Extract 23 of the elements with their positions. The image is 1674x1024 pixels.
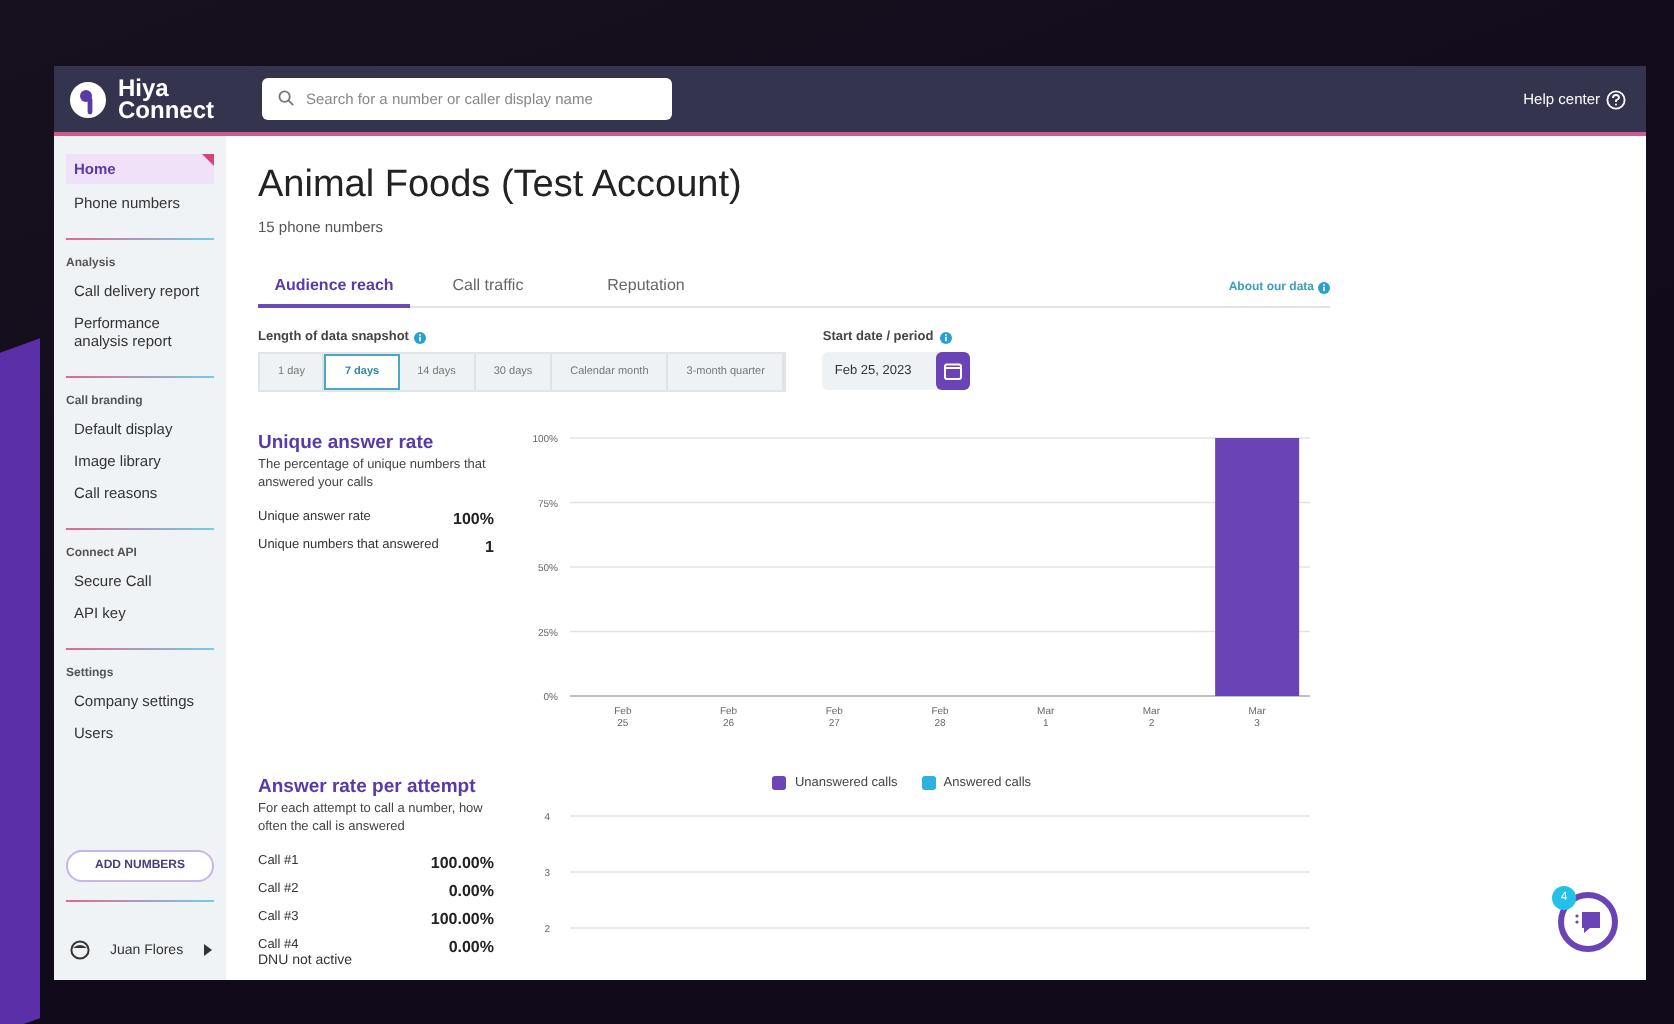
stat-value: 100.00%: [430, 854, 494, 872]
stat-value: 1: [485, 538, 494, 556]
stat-value: 100.00%: [430, 910, 494, 928]
info-icon: [414, 331, 427, 343]
tab[interactable]: Audience reach: [258, 276, 410, 308]
tab[interactable]: Call traffic: [410, 276, 566, 308]
info-icon: [1318, 282, 1330, 294]
page-title: Animal Foods (Test Account): [258, 164, 744, 208]
stat-value: 0.00%: [448, 882, 494, 900]
section-heading: Answer rate per attempt: [258, 776, 478, 798]
caret-icon: [203, 944, 212, 956]
section-heading: Unique answer rate: [258, 432, 436, 454]
help-icon: [1606, 89, 1626, 109]
info-icon: [939, 331, 952, 343]
search-icon: [278, 90, 294, 106]
stat-value: 100%: [453, 510, 494, 528]
logo-icon: [70, 81, 106, 117]
chat-icon: [1574, 910, 1602, 934]
calendar-icon: [944, 362, 963, 380]
tab[interactable]: Reputation: [566, 276, 726, 308]
stat-value: 0.00%: [448, 938, 494, 956]
logo-text: Hiya Connect: [118, 77, 214, 121]
avatar-icon: [70, 940, 90, 960]
